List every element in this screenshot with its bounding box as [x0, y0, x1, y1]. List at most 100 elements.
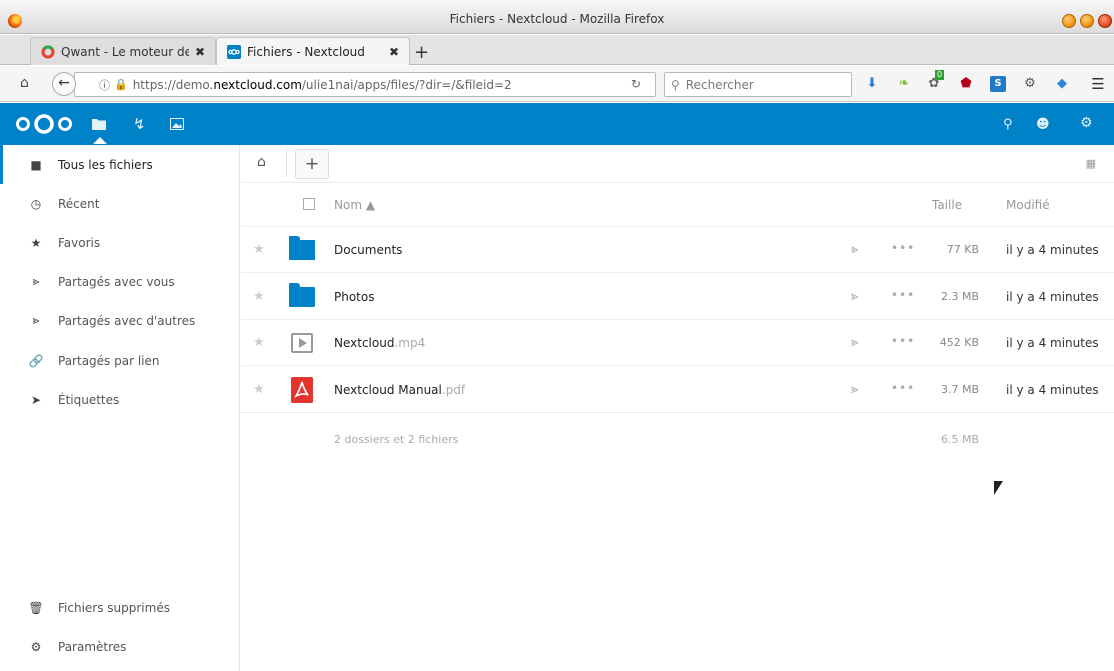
more-actions-icon[interactable]: •••	[891, 288, 915, 302]
lock-icon[interactable]: 🔒	[114, 78, 128, 91]
leaf-icon[interactable]: ❧	[896, 76, 912, 92]
tab-strip: Qwant - Le moteur de re ✖ Fichiers - Nex…	[0, 35, 1114, 65]
column-modified-header[interactable]: Modifié	[1006, 198, 1050, 212]
favorite-star-icon[interactable]: ★	[253, 382, 265, 397]
trash-icon: 🗑	[28, 600, 44, 615]
search-placeholder: Rechercher	[685, 77, 754, 92]
file-name[interactable]: Photos	[334, 290, 374, 304]
file-row-nextcloud-mp4[interactable]: ★ Nextcloud.mp4 ⪢ ••• 452 KB il y a 4 mi…	[241, 320, 1114, 366]
new-tab-button[interactable]: +	[414, 42, 429, 63]
file-size: 452 KB	[939, 336, 979, 349]
file-name[interactable]: Documents	[334, 243, 402, 257]
sidebar-item-shared-by-link[interactable]: 🔗 Partagés par lien	[0, 341, 239, 380]
ublock-icon[interactable]: ⬟	[958, 76, 974, 92]
s-extension-icon[interactable]: S	[990, 76, 1006, 92]
grid-view-icon[interactable]: ▦	[1086, 157, 1096, 170]
new-file-button[interactable]: +	[295, 149, 329, 179]
nextcloud-header: ↯ ⚲ ☻ ⚙	[0, 103, 1114, 145]
back-button[interactable]: ←	[52, 72, 76, 96]
files-folder-icon[interactable]	[91, 117, 107, 131]
sidebar-item-label: Favoris	[58, 235, 101, 250]
info-icon[interactable]: ⓘ	[99, 77, 110, 93]
maximize-button[interactable]	[1080, 14, 1094, 28]
close-window-button[interactable]	[1098, 14, 1112, 28]
tab-nextcloud[interactable]: Fichiers - Nextcloud ✖	[216, 37, 410, 65]
share-icon[interactable]: ⪢	[851, 335, 858, 350]
mouse-cursor-icon	[994, 481, 1003, 495]
sidebar-item-recent[interactable]: ◷ Récent	[0, 184, 239, 223]
search-icon: ⚲	[671, 77, 680, 92]
file-modified: il y a 4 minutes	[1006, 336, 1099, 350]
folder-icon: ■	[30, 157, 42, 172]
folder-icon	[289, 283, 317, 310]
minimize-button[interactable]	[1062, 14, 1076, 28]
sidebar-item-tags[interactable]: ➤ Étiquettes	[0, 380, 239, 419]
menu-icon[interactable]: ☰	[1090, 76, 1106, 92]
nextcloud-logo-icon[interactable]	[14, 113, 76, 135]
file-name[interactable]: Nextcloud.mp4	[334, 336, 425, 350]
select-all-checkbox[interactable]	[303, 198, 315, 210]
navigation-toolbar: ⌂ ⓘ 🔒 https://demo. nextcloud.com/ulie1na…	[0, 66, 1114, 102]
file-size: 2.3 MB	[940, 290, 979, 303]
more-actions-icon[interactable]: •••	[891, 334, 915, 348]
sidebar-item-shared-with-others[interactable]: ⪢ Partagés avec d'autres	[0, 301, 239, 340]
search-bar[interactable]: ⚲ Rechercher	[664, 72, 852, 97]
home-icon[interactable]: ⌂	[20, 75, 29, 91]
sidebar-item-settings[interactable]: ⚙ Paramètres	[0, 627, 239, 666]
file-row-documents[interactable]: ★ Documents ⪢ ••• 77 KB il y a 4 minutes	[241, 227, 1114, 273]
sidebar-item-label: Étiquettes	[58, 392, 120, 407]
sidebar-item-label: Paramètres	[58, 639, 127, 654]
share-icon[interactable]: ⪢	[851, 242, 858, 257]
tab-qwant[interactable]: Qwant - Le moteur de re ✖	[30, 37, 216, 65]
download-icon[interactable]: ⬇	[864, 76, 880, 92]
sidebar-item-label: Partagés avec vous	[58, 274, 175, 289]
column-size-header[interactable]: Taille	[932, 198, 962, 212]
clock-icon: ◷	[30, 196, 42, 211]
contacts-icon[interactable]: ☻	[1036, 117, 1050, 132]
file-summary: 2 dossiers et 2 fichiers 6.5 MB	[241, 413, 1114, 465]
sidebar-item-label: Récent	[58, 196, 100, 211]
summary-size: 6.5 MB	[940, 433, 979, 446]
file-row-nextcloud-manual-pdf[interactable]: ★ Nextcloud Manual.pdf ⪢ ••• 3.7 MB il y…	[241, 367, 1114, 413]
favorite-star-icon[interactable]: ★	[253, 335, 265, 350]
pdf-file-icon	[289, 377, 317, 403]
video-file-icon	[289, 330, 317, 356]
share-icon: ⪢	[32, 313, 40, 327]
breadcrumb-separator	[277, 149, 287, 177]
sidebar: ■ Tous les fichiers ◷ Récent ★ Favoris ⪢…	[0, 145, 240, 671]
reload-icon[interactable]: ↻	[631, 77, 641, 91]
column-name-header[interactable]: Nom ▲	[334, 198, 375, 212]
more-actions-icon[interactable]: •••	[891, 241, 915, 255]
close-tab-icon[interactable]: ✖	[389, 45, 399, 59]
close-tab-icon[interactable]: ✖	[195, 45, 205, 59]
sidebar-item-label: Partagés avec d'autres	[58, 313, 196, 328]
share-icon: ⪢	[32, 274, 40, 288]
search-icon[interactable]: ⚲	[1003, 117, 1013, 132]
favorite-star-icon[interactable]: ★	[253, 242, 265, 257]
file-name[interactable]: Nextcloud Manual.pdf	[334, 383, 465, 397]
url-path: /ulie1nai/apps/files/?dir=/&fileid=2	[301, 77, 512, 92]
favorite-star-icon[interactable]: ★	[253, 289, 265, 304]
url-bar[interactable]: ⓘ 🔒 https://demo. nextcloud.com/ulie1nai/…	[74, 72, 656, 97]
share-icon[interactable]: ⪢	[851, 289, 858, 304]
sidebar-item-deleted-files[interactable]: 🗑 Fichiers supprimés	[0, 588, 239, 627]
puzzle-icon[interactable]: ⚙	[1022, 76, 1038, 92]
url-scheme: https://demo.	[132, 77, 214, 92]
breadcrumb-home-icon[interactable]: ⌂	[257, 154, 266, 170]
sidebar-item-shared-with-you[interactable]: ⪢ Partagés avec vous	[0, 262, 239, 301]
tab-label: Fichiers - Nextcloud	[247, 44, 365, 59]
tab-label: Qwant - Le moteur de re	[61, 44, 189, 59]
share-icon[interactable]: ⪢	[851, 382, 858, 397]
url-host: nextcloud.com	[213, 77, 302, 92]
gallery-image-icon[interactable]	[170, 118, 184, 130]
sidebar-item-favorites[interactable]: ★ Favoris	[0, 223, 239, 262]
qwant-icon	[41, 45, 55, 58]
diamond-icon[interactable]: ◆	[1054, 76, 1070, 92]
more-actions-icon[interactable]: •••	[891, 381, 915, 395]
sidebar-item-all-files[interactable]: ■ Tous les fichiers	[0, 145, 239, 184]
activity-lightning-icon[interactable]: ↯	[133, 115, 146, 133]
file-modified: il y a 4 minutes	[1006, 383, 1099, 397]
settings-gear-icon[interactable]: ⚙	[1080, 115, 1093, 131]
extension-bird-icon[interactable]: ✿ 0	[926, 70, 945, 92]
file-row-photos[interactable]: ★ Photos ⪢ ••• 2.3 MB il y a 4 minutes	[241, 274, 1114, 320]
